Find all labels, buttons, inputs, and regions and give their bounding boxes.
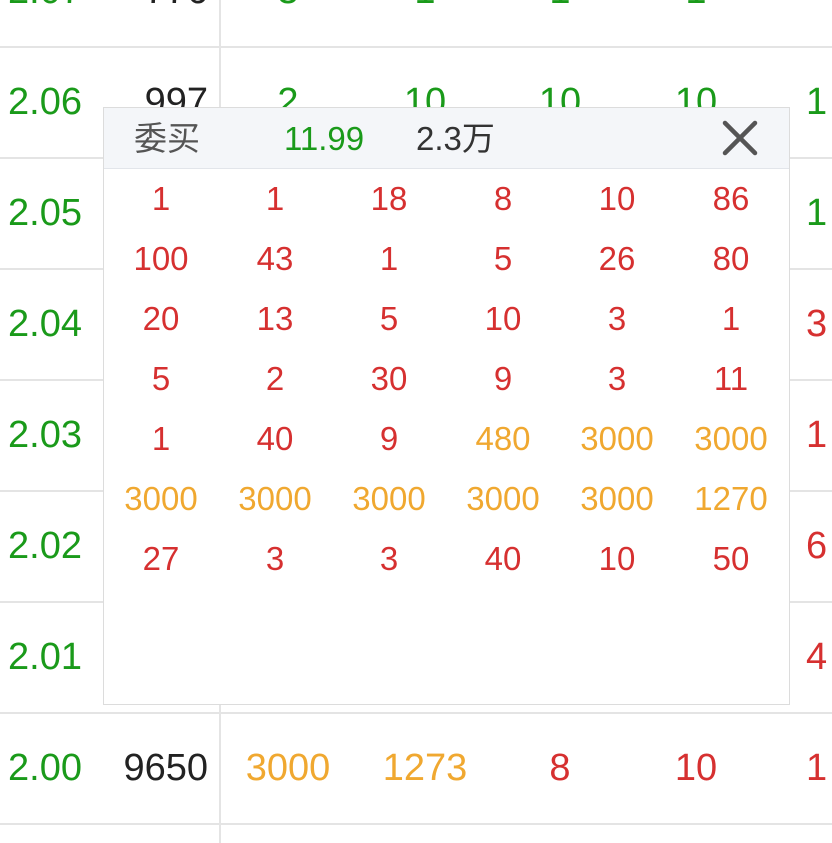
queue-order-size: 1: [379, 240, 399, 277]
row-queue-cell: 1: [500, 0, 620, 47]
row-volume: 776: [112, 0, 208, 47]
row-price: 2.03: [8, 414, 82, 456]
close-icon: [722, 120, 758, 156]
row-queue-cell: 1: [806, 414, 828, 456]
queue-order-size: 26: [598, 240, 636, 277]
queue-order-size: 10: [598, 180, 636, 217]
row-price: 2.00: [8, 747, 82, 789]
queue-order-size: 20: [142, 300, 180, 337]
row-volume: 9650: [123, 747, 208, 789]
price-row[interactable]: 2.00 9650 3000 1273 8 10 1: [0, 713, 832, 824]
row-queue-cell: 1: [636, 0, 756, 47]
queue-order-size: 9: [493, 360, 513, 397]
queue-order-size: 3: [379, 540, 399, 577]
popup-price: 11.99: [284, 120, 365, 157]
row-queue-cell: 10: [674, 747, 718, 789]
queue-order-size: 100: [133, 240, 189, 277]
queue-order-size: 3: [265, 540, 285, 577]
row-price: 2.05: [8, 192, 82, 234]
row-queue-cell: 1: [365, 0, 485, 47]
row-queue-cell: 3: [228, 0, 348, 47]
queue-order-size: 3000: [694, 420, 768, 457]
row-queue-cell: 3000: [245, 747, 331, 789]
row-queue-cell: 1: [806, 81, 828, 123]
queue-order-size: 3: [607, 360, 627, 397]
row-queue-cell: 3: [806, 303, 828, 345]
row-price: 2.01: [8, 636, 82, 678]
queue-order-size: 1: [265, 180, 285, 217]
row-price: 2.04: [8, 303, 82, 345]
row-queue-cell: 1: [806, 747, 828, 789]
queue-order-size: 40: [484, 540, 522, 577]
queue-order-size: 1: [151, 180, 171, 217]
popup-header: 委买 11.99 2.3万: [104, 108, 789, 169]
queue-order-size: 3000: [124, 480, 198, 517]
queue-order-size: 3000: [238, 480, 312, 517]
popup-title: 委买: [134, 120, 200, 157]
queue-order-size: 80: [712, 240, 750, 277]
queue-order-size: 18: [370, 180, 408, 217]
queue-order-size: 3000: [580, 420, 654, 457]
price-row[interactable]: 2.077763111: [0, 0, 832, 47]
close-button[interactable]: [720, 118, 760, 158]
queue-order-size: 1: [721, 300, 741, 337]
row-price: 2.07: [8, 0, 82, 47]
queue-order-size: 3000: [580, 480, 654, 517]
order-book-table: 2.0777631112.06997210101012.0512.0432.03…: [0, 0, 832, 843]
row-queue-cell: 1273: [382, 747, 468, 789]
queue-order-size: 1: [151, 420, 171, 457]
queue-order-size: 13: [256, 300, 294, 337]
queue-order-size: 3000: [352, 480, 426, 517]
queue-order-size: 30: [370, 360, 408, 397]
queue-order-size: 40: [256, 420, 294, 457]
queue-order-size: 27: [142, 540, 180, 577]
queue-order-size: 9: [379, 420, 399, 457]
queue-order-size: 10: [598, 540, 636, 577]
queue-order-size: 86: [712, 180, 750, 217]
row-queue-cell: 8: [549, 747, 571, 789]
queue-order-size: 11: [713, 360, 749, 397]
queue-order-size: 5: [493, 240, 513, 277]
row-queue-cell: 6: [806, 525, 828, 567]
queue-order-size: 480: [475, 420, 531, 457]
queue-order-size: 10: [484, 300, 522, 337]
queue-order-size: 8: [493, 180, 513, 217]
row-price: 2.06: [8, 81, 82, 123]
queue-order-size: 50: [712, 540, 750, 577]
queue-order-size: 5: [379, 300, 399, 337]
row-queue-cell: 4: [806, 636, 828, 678]
queue-order-size: 5: [151, 360, 171, 397]
popup-total-volume: 2.3万: [416, 120, 495, 157]
bid-queue-popup: 委买 11.99 2.3万 1 1 18 8 10 86 100 43 1 5 26 80 20 13 5 1…: [103, 107, 790, 705]
queue-order-size: 3: [607, 300, 627, 337]
row-queue-cell: 1: [806, 192, 828, 234]
queue-order-size: 1270: [694, 480, 768, 517]
row-divider: [0, 823, 832, 825]
queue-order-size: 3000: [466, 480, 540, 517]
queue-order-size: 43: [256, 240, 294, 277]
row-price: 2.02: [8, 525, 82, 567]
queue-order-size: 2: [265, 360, 285, 397]
